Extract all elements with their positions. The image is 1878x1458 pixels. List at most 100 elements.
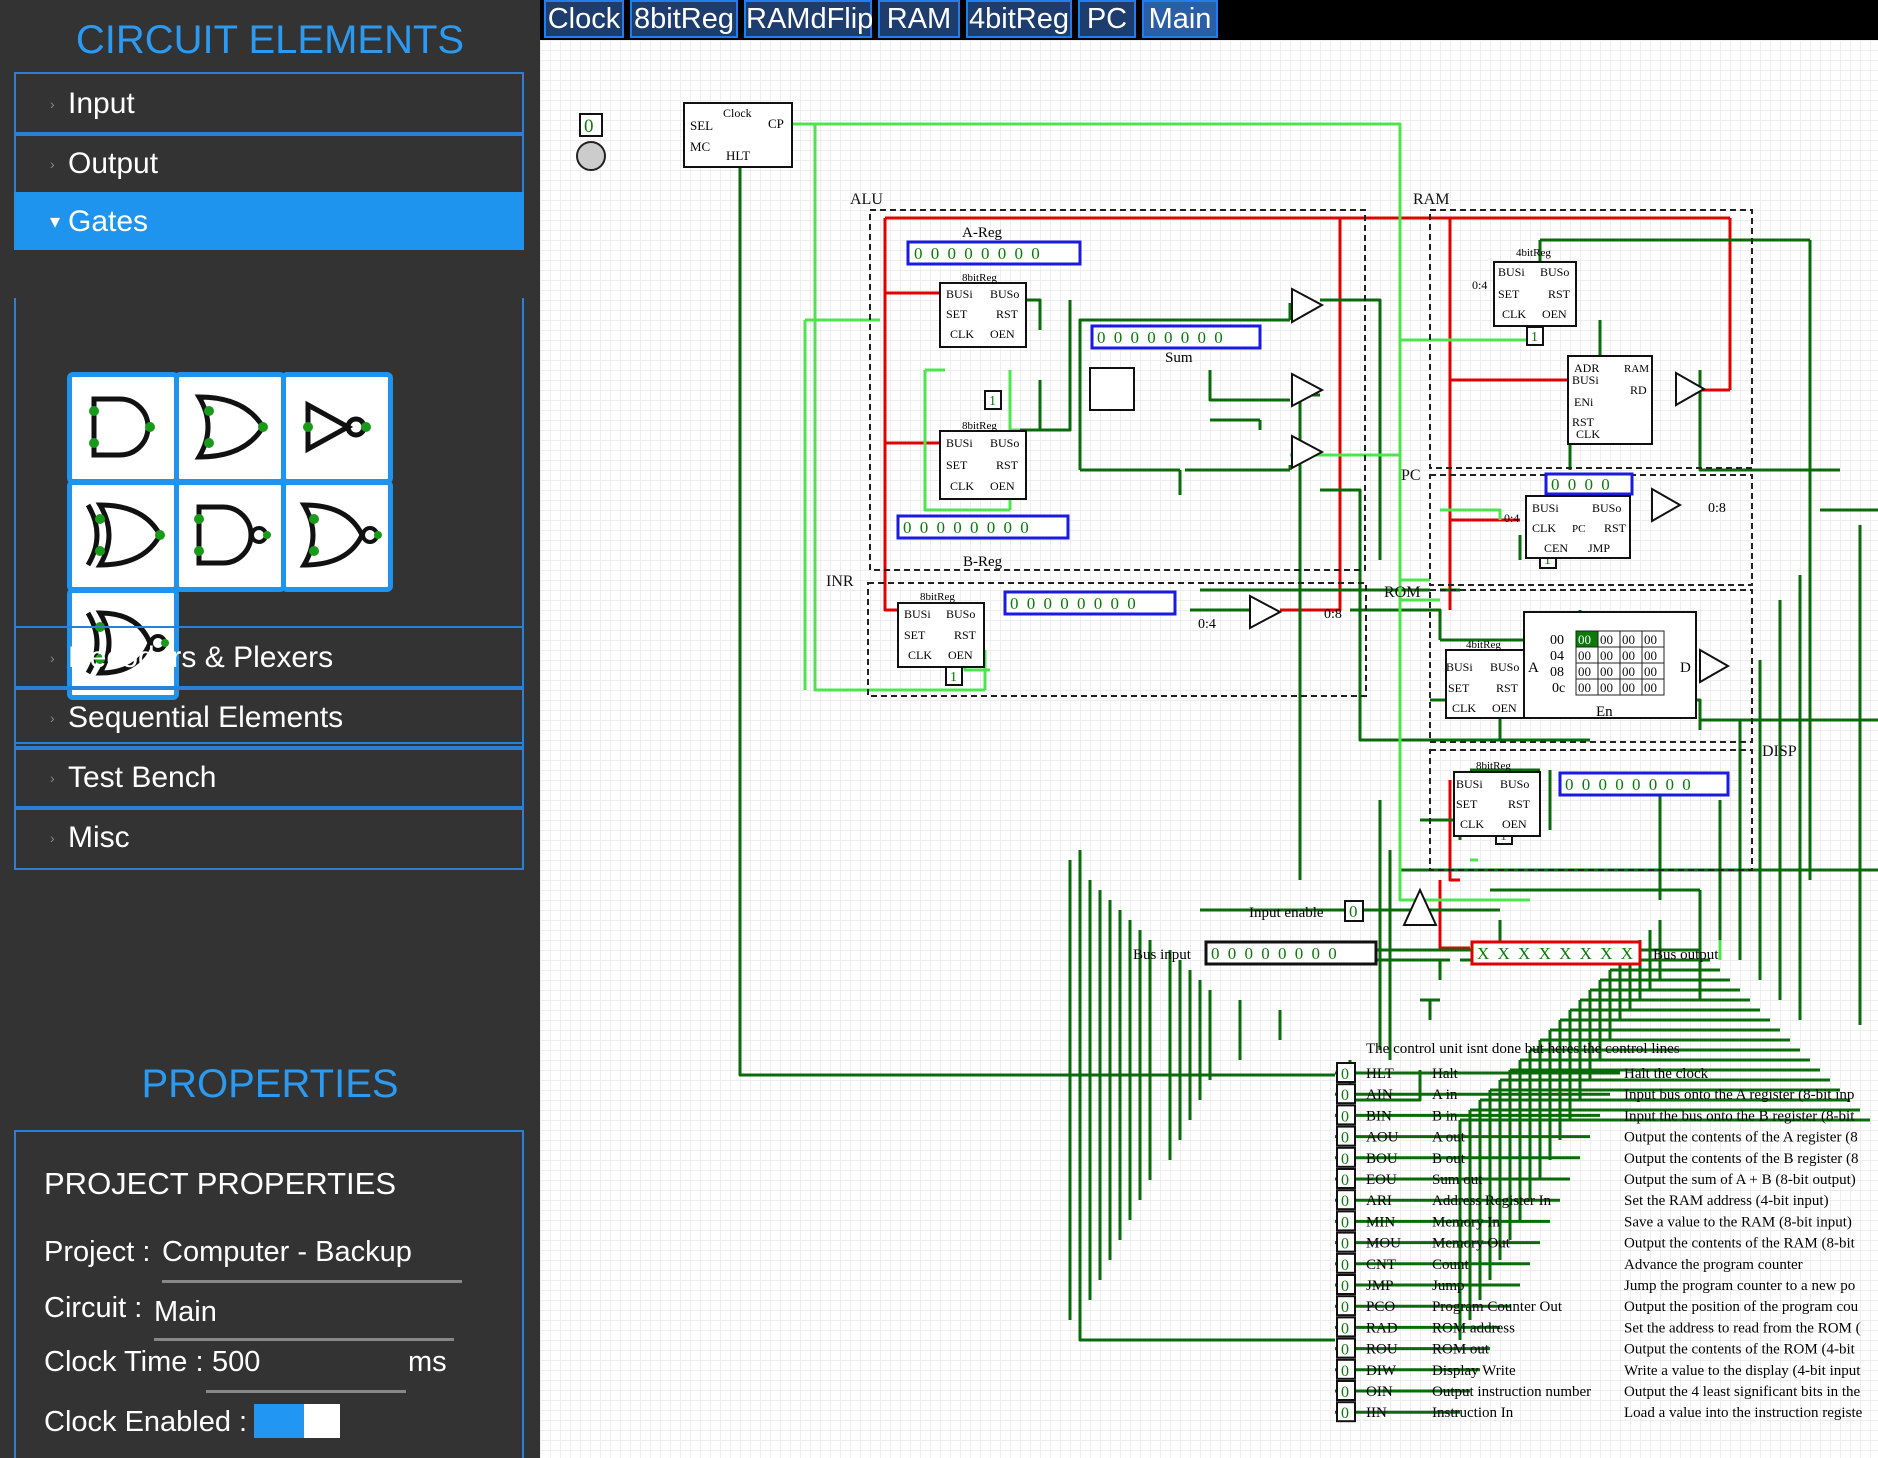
control-desc: Set the RAM address (4-bit input) <box>1624 1193 1829 1209</box>
control-line-row: 0 DIW Display Write Write a value to the di… <box>1335 1358 1861 1380</box>
ram-memory[interactable]: ADR BUSi ENi RST CLK RAM RD <box>1567 355 1653 445</box>
control-desc: Input the bus onto the B register (8-bit <box>1624 1108 1855 1124</box>
tab-ramdflip[interactable]: RAMdFlip <box>744 0 873 38</box>
rom-cell-grid[interactable]: 00 00 00 0000 00 00 0000 00 00 0000 00 00 00 <box>1575 630 1665 696</box>
pin-buso: BUSo <box>990 436 1019 450</box>
input-enable-switch[interactable]: 0 <box>1344 900 1364 922</box>
tab-pc[interactable]: PC <box>1078 0 1136 38</box>
project-name-field[interactable]: Computer - Backup <box>162 1236 412 1269</box>
rom-pin-a: A <box>1528 660 1539 676</box>
rom-cell-value: 00 <box>1644 664 1657 679</box>
category-label: Test Bench <box>68 761 217 794</box>
register-disp[interactable]: 8bitReg BUSi BUSo SET RST CLK OEN <box>1453 760 1541 837</box>
tab-ram[interactable]: RAM <box>878 0 960 38</box>
register-b[interactable]: 8bitReg BUSi BUSo SET RST CLK OEN <box>939 420 1027 500</box>
clock-button[interactable] <box>576 141 606 171</box>
category-misc[interactable]: › Misc <box>14 806 524 870</box>
control-switch-value: 0 <box>1341 1363 1349 1380</box>
project-name-underline <box>162 1280 462 1283</box>
control-code: AOU <box>1366 1130 1399 1146</box>
circuit-name-field[interactable]: Main <box>154 1296 217 1329</box>
rom-cell-value: 00 <box>1622 648 1635 663</box>
pin-clk: CLK <box>1576 427 1600 441</box>
ram-4bitreg[interactable]: 4bitReg BUSi BUSo SET RST CLK OEN <box>1493 247 1577 327</box>
or-gate-icon[interactable] <box>174 372 286 484</box>
clock-enabled-toggle[interactable] <box>254 1404 340 1438</box>
tab-4bitreg[interactable]: 4bitReg <box>966 0 1072 38</box>
category-label: Gates <box>68 205 149 238</box>
pin-buso: BUSo <box>1500 777 1529 791</box>
bus-input-switches[interactable]: 0 0 0 0 0 0 0 0 <box>1204 940 1378 966</box>
reg-type-label: 8bitReg <box>1476 760 1511 772</box>
and-gate-icon[interactable] <box>67 372 179 484</box>
pin-clk: CLK <box>1452 701 1476 715</box>
adder-block[interactable] <box>1089 367 1135 411</box>
category-gates[interactable]: ▾ Gates <box>14 192 524 250</box>
circuit-tab-bar: Clock 8bitReg RAMdFlip RAM 4bitReg PC Ma… <box>540 0 1878 40</box>
control-line-row: 0 MOU Memory Out Output the contents of the… <box>1335 1231 1856 1253</box>
control-switch-value: 0 <box>1341 1299 1349 1316</box>
category-decoders-plexers[interactable]: › Decoders & Plexers <box>14 626 524 690</box>
clock-pin-cp: CP <box>768 116 784 131</box>
rom-memory[interactable]: A D En 00 04 08 0c 00 00 00 0000 00 00 0000 00 0… <box>1523 611 1697 720</box>
circuit-name-underline <box>154 1338 454 1341</box>
category-label: Sequential Elements <box>68 701 344 734</box>
pin-busi: BUSi <box>1532 501 1559 515</box>
control-desc: Output the contents of the A register (8 <box>1624 1130 1858 1146</box>
register-inr[interactable]: 8bitReg BUSi BUSo SET RST CLK OEN <box>897 591 985 668</box>
control-code: ARI <box>1366 1193 1392 1209</box>
control-code: JMP <box>1366 1278 1394 1294</box>
control-line-row: 0 ARI Address Register In Set the RAM addre… <box>1335 1189 1829 1211</box>
register-a[interactable]: 8bitReg BUSi BUSo SET RST CLK OEN <box>939 272 1027 348</box>
clock-component[interactable]: Clock SEL MC CP HLT <box>683 102 793 168</box>
control-desc: Output the position of the program cou <box>1624 1299 1859 1315</box>
pin-busi: BUSi <box>946 287 973 301</box>
control-desc: Output the 4 least significant bits in t… <box>1624 1384 1861 1400</box>
pin-oen: OEN <box>1492 701 1517 715</box>
control-desc: Set the address to read from the ROM ( <box>1624 1320 1861 1336</box>
category-test-bench[interactable]: › Test Bench <box>14 746 524 810</box>
clock-input[interactable]: 0 <box>579 113 603 137</box>
pin-rd: RD <box>1630 383 1647 397</box>
control-code: MIN <box>1366 1214 1395 1230</box>
pin-rst: RST <box>996 458 1019 472</box>
pin-busi: BUSi <box>1572 373 1599 387</box>
control-code: PCO <box>1366 1299 1395 1315</box>
sum-display: 0 0 0 0 0 0 0 0 <box>1090 324 1262 350</box>
svg-text:1: 1 <box>989 394 996 409</box>
rom-4bitreg[interactable]: 4bitReg BUSi BUSo SET RST CLK OEN <box>1445 639 1529 719</box>
tab-8bitreg[interactable]: 8bitReg <box>630 0 738 38</box>
control-desc: Output the sum of A + B (8-bit output) <box>1624 1172 1856 1188</box>
control-name: B out <box>1432 1151 1466 1167</box>
rom-cell-value: 00 <box>1622 664 1635 679</box>
section-label-inr: INR <box>826 573 854 590</box>
clock-pin-mc: MC <box>690 139 710 154</box>
control-code: IIN <box>1366 1405 1387 1421</box>
nor-gate-icon[interactable] <box>281 480 393 592</box>
not-gate-icon[interactable] <box>281 372 393 484</box>
disp-value: 0 0 0 0 0 0 0 0 <box>1565 775 1693 794</box>
section-label-rom: ROM <box>1384 584 1420 601</box>
control-switch-value: 0 <box>1341 1066 1349 1083</box>
pin-oen: OEN <box>990 327 1015 341</box>
xor-gate-icon[interactable] <box>67 480 179 592</box>
reg-type-label: 8bitReg <box>962 272 997 284</box>
control-line-row: 0 AOU A out Output the contents of the A re… <box>1335 1125 1858 1147</box>
tab-main[interactable]: Main <box>1142 0 1218 38</box>
category-sequential-elements[interactable]: › Sequential Elements <box>14 686 524 750</box>
category-input[interactable]: › Input <box>14 72 524 136</box>
category-output[interactable]: › Output <box>14 132 524 196</box>
circuit-canvas[interactable]: ALU RAM INR PC ROM DISP 0 Clock SEL MC C… <box>540 40 1878 1458</box>
program-counter[interactable]: BUSi BUSo CLK PC RST CEN JMP <box>1525 495 1631 559</box>
pin-rst: RST <box>1508 797 1531 811</box>
control-desc: Output the contents of the ROM (4-bit <box>1624 1342 1856 1358</box>
clock-time-field[interactable]: 500 <box>212 1346 260 1379</box>
caret-right-icon: › <box>50 650 55 666</box>
nand-gate-icon[interactable] <box>174 480 286 592</box>
control-switch-value: 0 <box>1341 1405 1349 1422</box>
circuit-label: Circuit : <box>44 1292 143 1324</box>
control-code: ROU <box>1366 1342 1398 1358</box>
circuit-diagram: ALU RAM INR PC ROM DISP 0 Clock SEL MC C… <box>576 102 1878 1423</box>
rom-row-04: 04 <box>1550 649 1564 664</box>
tab-clock[interactable]: Clock <box>544 0 624 38</box>
